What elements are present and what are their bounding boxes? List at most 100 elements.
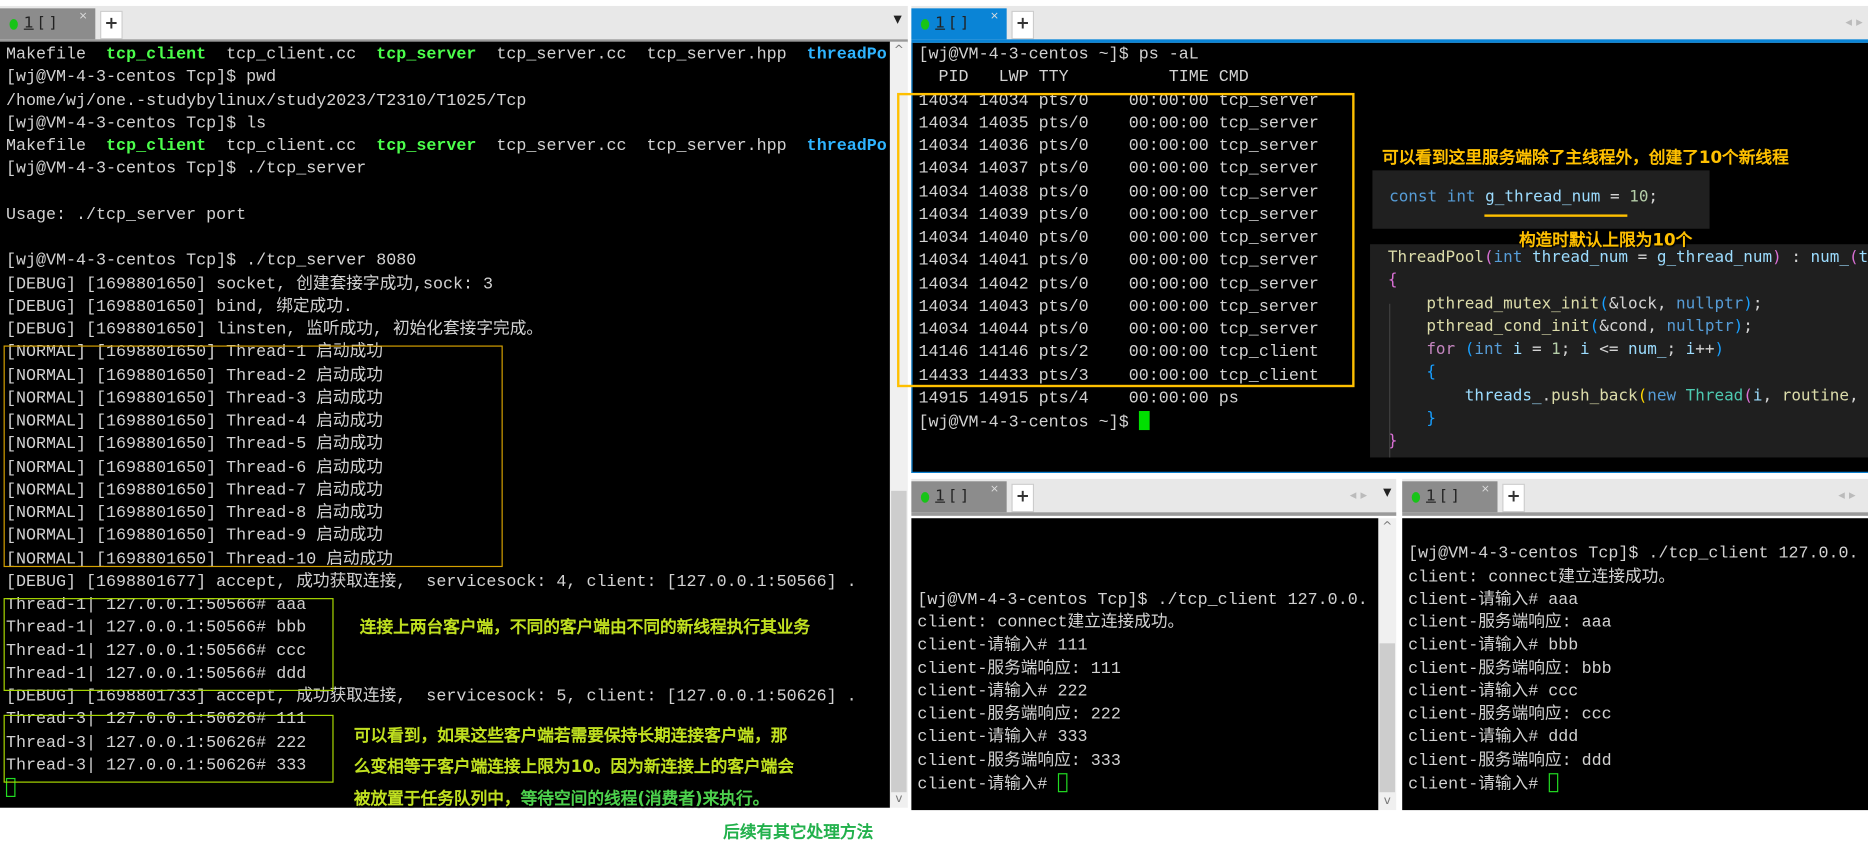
annotation-default-limit: 构造时默认上限为10个: [1518, 231, 1693, 251]
close-icon[interactable]: ×: [990, 11, 999, 23]
scroll-down-icon[interactable]: v: [890, 792, 908, 805]
client2-highlight: [3, 714, 334, 783]
terminal-line: [wj@VM-4-3-centos Tcp]$ ./tcp_server 808…: [5, 251, 417, 271]
code-token: ++: [1695, 340, 1715, 359]
new-tab-button[interactable]: +: [1011, 10, 1035, 40]
code-token: num_: [1628, 340, 1667, 359]
scroll-down-icon[interactable]: v: [1378, 795, 1396, 808]
dropdown-icon[interactable]: ▼: [1383, 487, 1391, 499]
threads-highlight: [897, 92, 1355, 388]
tab-session-1[interactable]: 1 [ ] ×: [911, 481, 1007, 513]
close-icon[interactable]: ×: [1481, 484, 1490, 496]
terminal-line: Makefile tcp_client tcp_client.cc tcp_se…: [6, 136, 887, 159]
code-token: <=: [1589, 340, 1629, 359]
cursor-icon: [1138, 411, 1150, 431]
tab-scroll-arrows-icon[interactable]: ◂ ▸: [1350, 487, 1367, 502]
code-token: .: [1541, 386, 1552, 405]
client1-terminal[interactable]: [wj@VM-4-3-centos Tcp]$ ./tcp_client 127…: [911, 518, 1379, 811]
cursor-icon: [1548, 772, 1558, 792]
code-token: i: [1685, 340, 1696, 359]
code-token: =: [1600, 188, 1630, 207]
dropdown-icon[interactable]: ▼: [893, 14, 901, 26]
tab-session-1[interactable]: 1 [ ] ×: [0, 8, 96, 40]
code-token: int: [1474, 340, 1513, 359]
tab-session-1[interactable]: 1 [ ] ×: [1402, 481, 1498, 513]
terminal-line: [wj@VM-4-3-centos Tcp]$ ./tcp_client 127…: [917, 590, 1368, 610]
annotation-limit-3: 被放置于任务队列中，等待空间的线程(消费者)来执行。: [353, 789, 770, 809]
terminal-line: threads_.push_back(new Thread(i, routine…: [1388, 384, 1868, 407]
close-icon[interactable]: ×: [79, 11, 88, 23]
code-token: (: [1637, 386, 1648, 405]
code-token: (: [1464, 340, 1475, 359]
code-token: ): [1743, 294, 1753, 313]
new-tab-button[interactable]: +: [1011, 483, 1035, 513]
highlighted-filename: tcp_client: [106, 137, 207, 157]
terminal-line: [wj@VM-4-3-centos ~]$ ps -aL: [918, 45, 1199, 65]
code-token: &cond,: [1599, 317, 1667, 336]
text-segment: tcp_client.cc: [206, 137, 377, 157]
tab-session-1[interactable]: 1 [ ] ×: [911, 8, 1007, 40]
client2-terminal[interactable]: [wj@VM-4-3-centos Tcp]$ ./tcp_client 127…: [1402, 518, 1868, 811]
terminal-line: Makefile tcp_client tcp_client.cc tcp_se…: [6, 44, 887, 67]
code-token: pthread_cond_init: [1387, 317, 1590, 336]
terminal-line: const int g_thread_num = 10;: [1389, 186, 1658, 209]
tab-scroll-arrows-icon[interactable]: ◂ ▸: [1838, 487, 1855, 502]
status-dot-icon: [1411, 492, 1421, 503]
tab-scroll-arrows-icon[interactable]: ◂ ▸: [1845, 14, 1862, 29]
scroll-up-icon[interactable]: ^: [1378, 521, 1396, 534]
terminal-line: client-请输入# bbb: [1408, 636, 1579, 656]
code-token: routine: [1781, 386, 1849, 405]
terminal-line: [DEBUG] [1698801650] socket, 创建套接字成功,soc…: [5, 274, 494, 294]
code-token: {: [1387, 363, 1436, 382]
new-tab-button[interactable]: +: [100, 10, 123, 40]
code-token: ): [1733, 317, 1744, 336]
terminal-line: client-服务端响应: 111: [917, 659, 1121, 679]
screenshot-stage: 1 [ ] × + ▼ Makefile tcp_client tcp_clie…: [0, 0, 1868, 850]
tab-label: 1 [ ]: [935, 487, 968, 506]
annotation-followup: 后续有其它处理方法: [723, 823, 874, 843]
terminal-line: client-请输入#: [917, 772, 1367, 796]
code-token: int: [1493, 248, 1532, 267]
client1-scrollbar[interactable]: ^ v: [1378, 518, 1397, 811]
text-segment: Makefile: [5, 137, 107, 157]
terminal-line: for (int i = 1; i <= num_; i++): [1388, 338, 1868, 361]
code-token: const int: [1389, 188, 1486, 207]
underline-highlight: [1484, 214, 1628, 217]
code-token: nullptr: [1666, 317, 1734, 336]
code-token: ;: [1752, 294, 1763, 313]
terminal-line: pthread_mutex_init(&lock, nullptr);: [1388, 292, 1868, 315]
scrollbar-thumb[interactable]: [1379, 643, 1396, 793]
terminal-line: [DEBUG] [1698801677] accept, 成功获取连接, ser…: [5, 572, 857, 592]
text-segment: tcp_client.cc: [206, 45, 377, 65]
code-token: t: [1858, 248, 1868, 267]
code-token: (: [1483, 248, 1494, 267]
cursor-icon: [1057, 772, 1067, 792]
highlighted-filename: tcp_server: [376, 45, 477, 65]
terminal-line: client-请输入# ddd: [1408, 728, 1579, 748]
left-tab-bar: 1 [ ] × + ▼: [0, 5, 908, 43]
terminal-line: client-请输入#: [1408, 772, 1858, 796]
new-tab-button[interactable]: +: [1502, 483, 1525, 513]
scrollbar-thumb[interactable]: [891, 490, 907, 793]
terminal-line: }: [1388, 430, 1868, 453]
highlighted-filename: tcp_client: [106, 45, 207, 65]
client1-highlight: [3, 598, 334, 691]
scroll-up-icon[interactable]: ^: [890, 44, 908, 57]
terminal-line: client-请输入# aaa: [1408, 590, 1579, 610]
annotation-limit-2: 么变相等于客户端连接上限为10。因为新连接上的客户端会: [353, 757, 795, 777]
code-snippet-constructor: ThreadPool(int thread_num = g_thread_num…: [1370, 244, 1868, 458]
code-token: =: [1522, 340, 1552, 359]
code-token: g_thread_num: [1485, 188, 1601, 207]
terminal-line: [wj@VM-4-3-centos ~]$: [919, 411, 1319, 434]
terminal-line: client-服务端响应: 222: [917, 705, 1121, 725]
indent-guide: [1389, 303, 1391, 458]
close-icon[interactable]: ×: [990, 484, 999, 496]
terminal-line: client-请输入# 222: [917, 682, 1088, 702]
code-token: =: [1628, 248, 1657, 267]
ps-tab-bar: 1 [ ] × + ◂ ▸: [911, 5, 1868, 43]
terminal-line: [DEBUG] [1698801650] bind, 绑定成功.: [5, 297, 353, 317]
